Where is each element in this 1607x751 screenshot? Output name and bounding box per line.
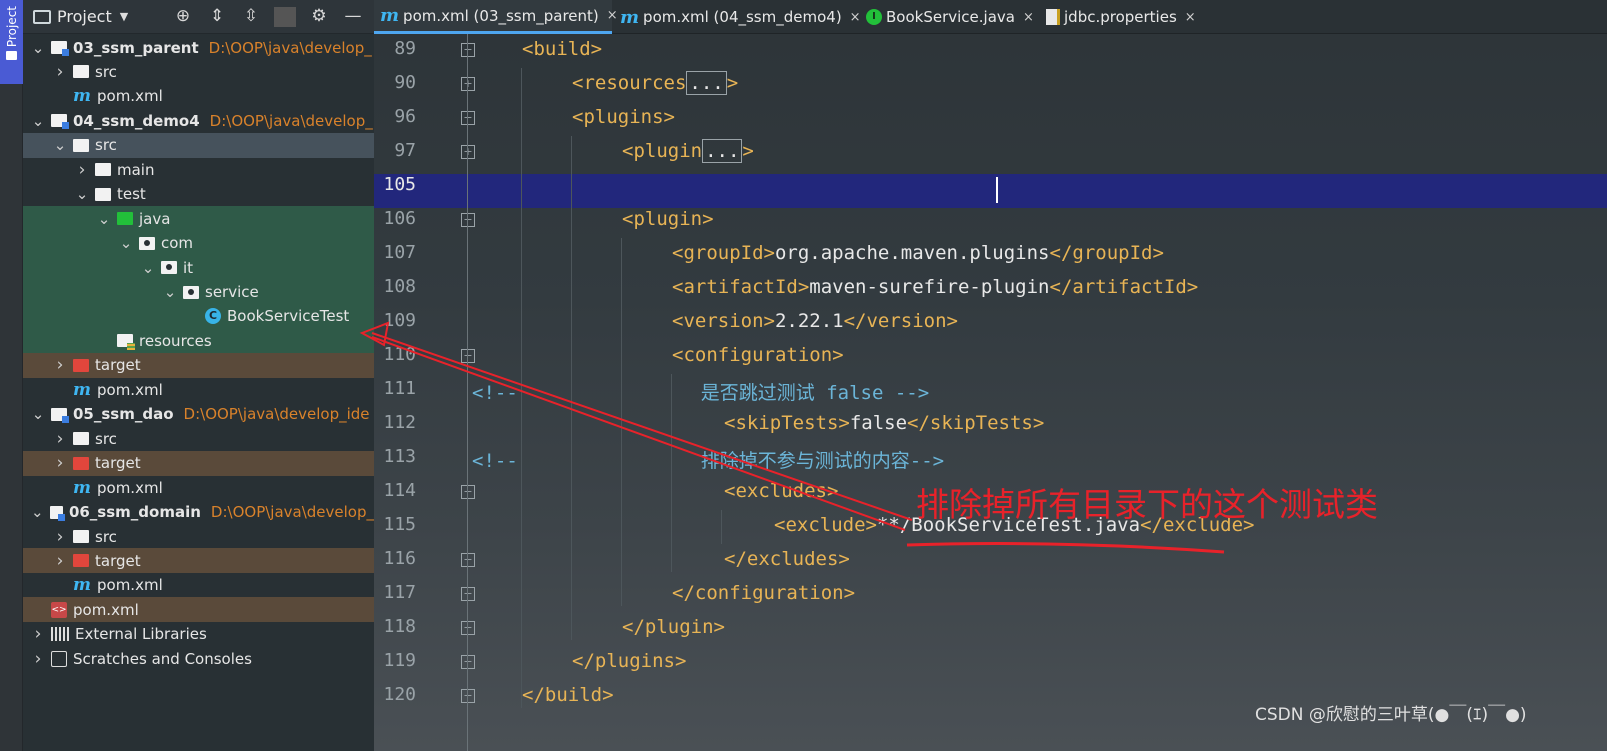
- annotation-arrow: [359, 321, 913, 531]
- annotation-underline: [906, 542, 1225, 554]
- watermark: CSDN @欣慰的三叶草(●￣(ｴ)￣●): [1255, 705, 1527, 725]
- annotation-text: 排除掉所有目录下的这个测试类: [916, 485, 1378, 524]
- annotation-overlay: [359, 321, 1225, 554]
